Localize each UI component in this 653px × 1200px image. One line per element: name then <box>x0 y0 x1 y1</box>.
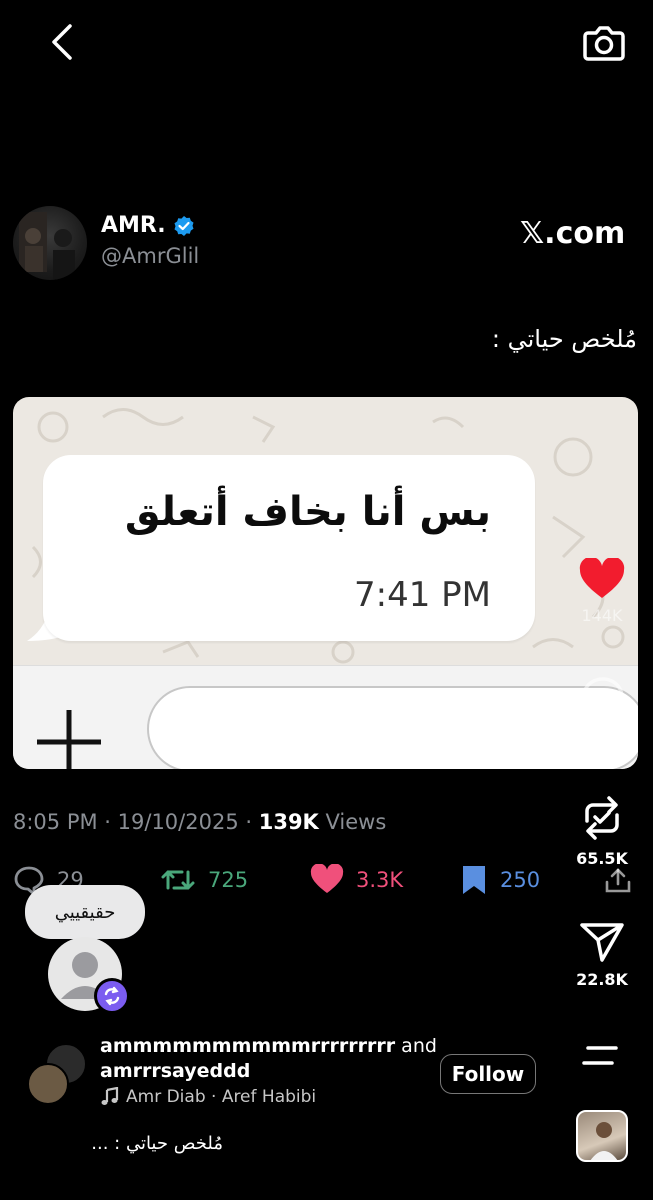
users-avatar-stack[interactable] <box>27 1043 87 1105</box>
music-title: Amr Diab · Aref Habibi <box>126 1087 317 1107</box>
follow-button[interactable]: Follow <box>440 1054 536 1094</box>
rail-comment-count: 300 <box>586 728 618 747</box>
chat-message: بس أنا بخاف أتعلق <box>124 489 491 535</box>
rail-comment-button[interactable]: 300 <box>567 676 637 747</box>
rail-like-button[interactable]: 144K <box>567 556 637 625</box>
camera-button[interactable] <box>580 18 628 66</box>
bookmark-count: 250 <box>500 868 541 892</box>
reel-caption[interactable]: مُلخص حياتي : ... <box>91 1133 223 1154</box>
repost-icon <box>104 986 120 1006</box>
rail-share-count: 22.8K <box>576 970 628 989</box>
music-thumbnail-image <box>590 1122 618 1160</box>
tweet-media[interactable]: بس أنا بخاف أتعلق 7:41 PM <box>13 397 638 769</box>
plus-icon <box>37 710 101 769</box>
comment-icon <box>581 677 624 719</box>
avatar-image <box>19 212 75 280</box>
repost-badge <box>94 978 130 1014</box>
like-count: 3.3K <box>356 868 404 892</box>
user2-name: amrrrsayeddd <box>100 1060 251 1082</box>
repost-icon <box>585 796 619 840</box>
chat-text-input <box>147 686 638 769</box>
x-logo: 𝕏.com <box>520 216 626 251</box>
rail-share-button[interactable]: 22.8K <box>567 920 637 989</box>
retweet-icon <box>161 870 195 890</box>
retweet-action[interactable]: 725 <box>160 862 248 898</box>
views-label: Views <box>318 810 387 834</box>
rail-repost-count: 65.5K <box>576 849 628 868</box>
user1-name: ammmmmmmmmmrrrrrrrrr <box>100 1035 396 1057</box>
back-button[interactable] <box>40 20 84 64</box>
comment-bubble[interactable]: حقيقييي <box>25 885 145 939</box>
views-count: 139K <box>258 810 319 834</box>
chat-time: 7:41 PM <box>354 575 491 615</box>
author-name[interactable]: AMR. <box>101 213 166 238</box>
avatar <box>27 1063 69 1105</box>
like-action[interactable]: 3.3K <box>310 862 403 898</box>
menu-icon[interactable] <box>580 1044 620 1068</box>
music-note-icon <box>101 1087 119 1105</box>
author-avatar[interactable] <box>13 206 87 280</box>
music-thumbnail[interactable] <box>576 1110 628 1162</box>
author-handle[interactable]: @AmrGlil <box>101 244 199 268</box>
tweet-timestamp: 8:05 PM · 19/10/2025 · <box>13 810 259 834</box>
upload-icon[interactable] <box>604 868 632 894</box>
camera-icon <box>583 26 625 61</box>
bookmark-action[interactable]: 250 <box>460 862 540 898</box>
verified-badge-icon <box>174 216 194 236</box>
joiner-text: and <box>395 1035 437 1057</box>
chat-input-bar <box>13 665 638 769</box>
bookmark-icon <box>463 866 485 894</box>
tweet-text: مُلخص حياتي : <box>491 325 637 353</box>
music-line[interactable]: Amr Diab · Aref Habibi <box>100 1087 316 1107</box>
heart-icon <box>579 556 625 598</box>
send-icon <box>580 923 624 962</box>
rail-like-count: 144K <box>581 606 623 625</box>
retweet-count: 725 <box>208 868 249 892</box>
reel-users[interactable]: ammmmmmmmmmrrrrrrrrr and amrrrsayeddd <box>100 1034 437 1084</box>
rail-repost-button[interactable]: 65.5K <box>567 793 637 868</box>
heart-icon <box>310 864 344 893</box>
chevron-left-icon <box>52 24 72 60</box>
tweet-meta: 8:05 PM · 19/10/2025 · 139K Views <box>13 810 386 834</box>
chat-bubble: بس أنا بخاف أتعلق 7:41 PM <box>43 455 535 641</box>
